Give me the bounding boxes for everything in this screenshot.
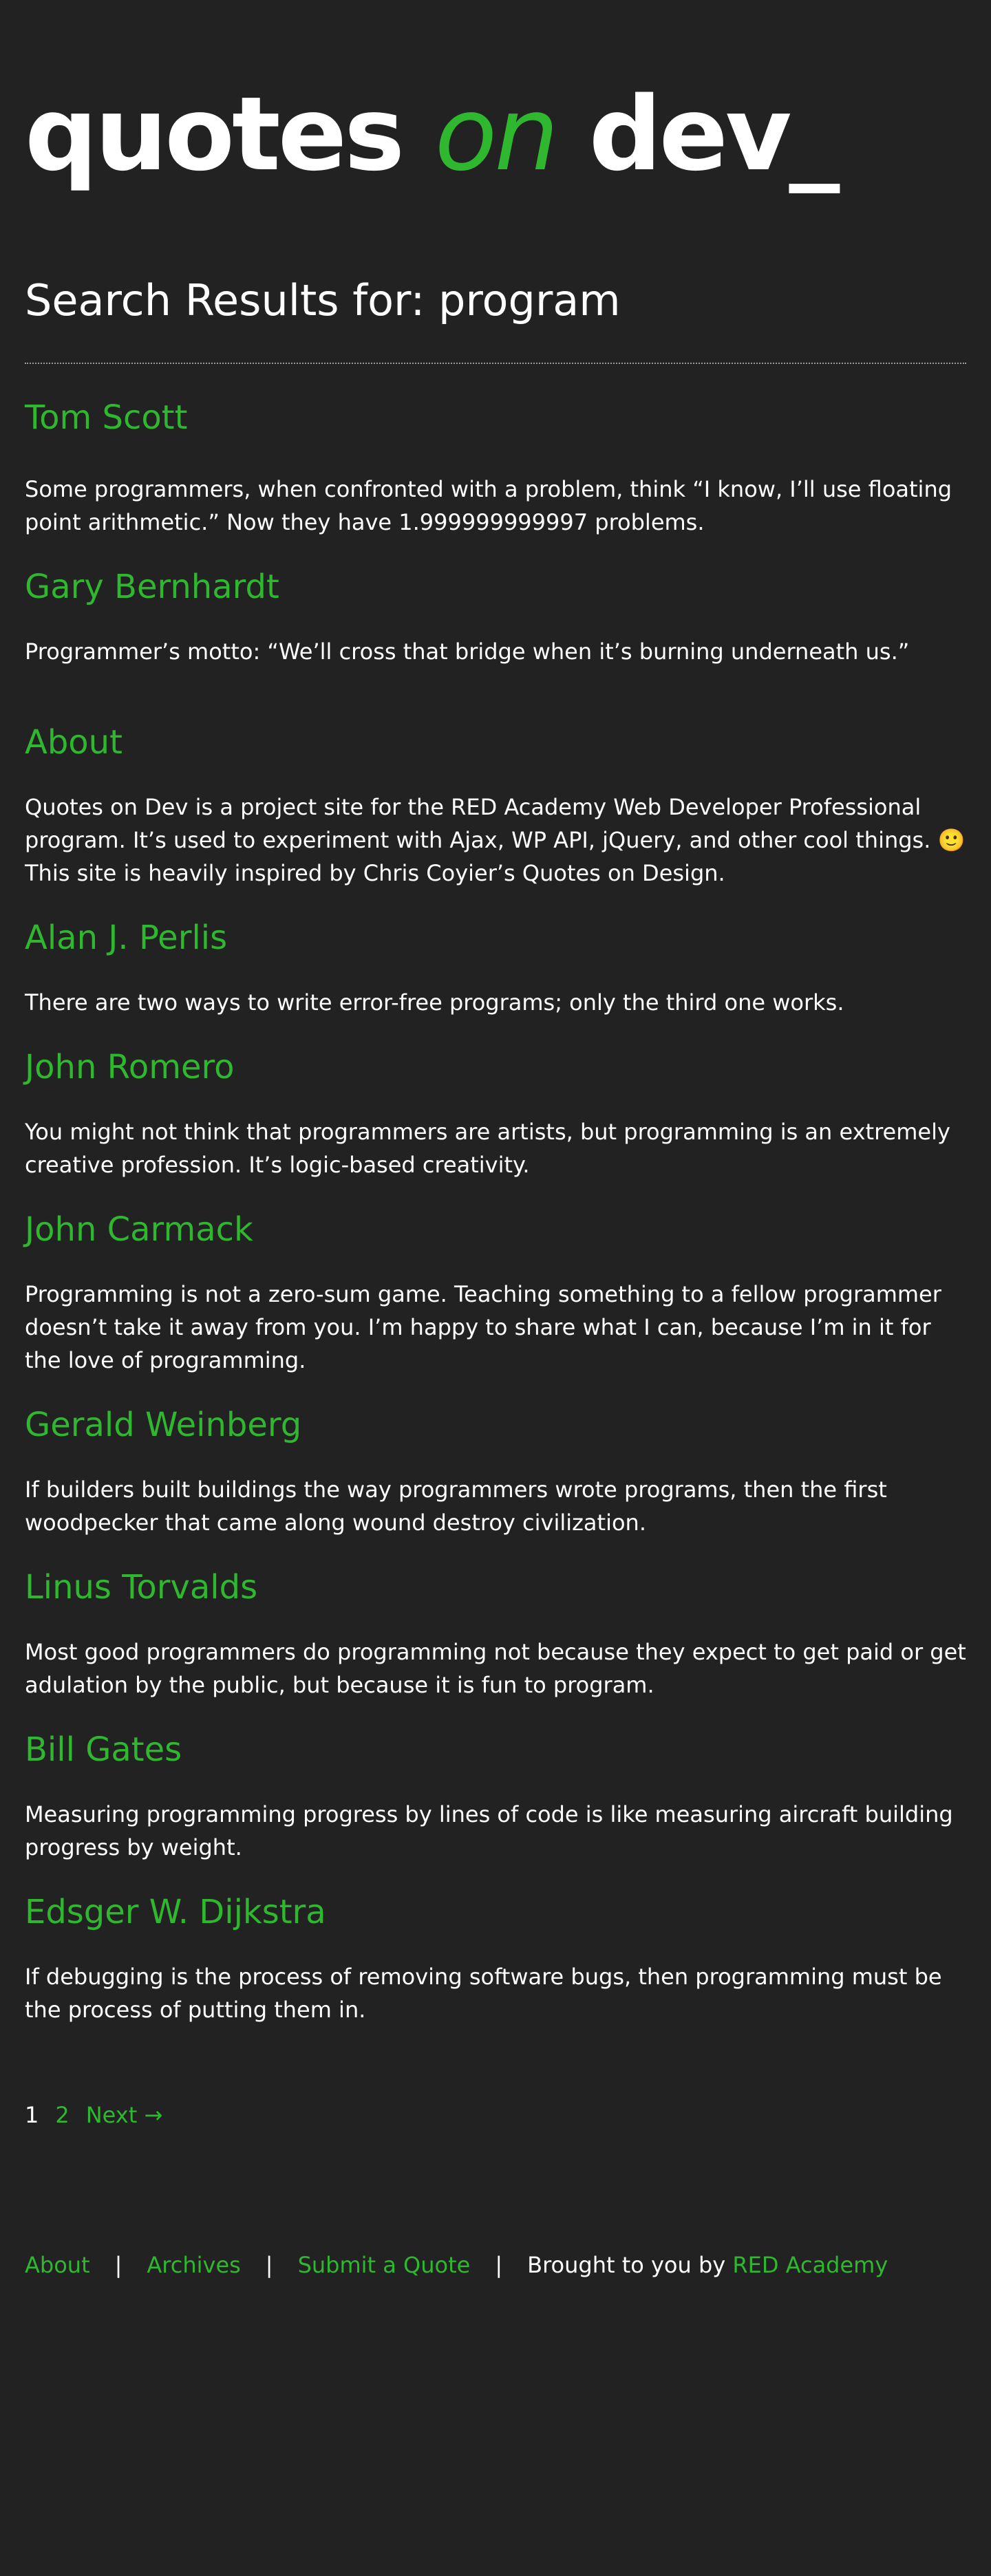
- footer-archives-link[interactable]: Archives: [147, 2248, 240, 2282]
- quote-entry: About Quotes on Dev is a project site for…: [25, 722, 966, 890]
- footer-credit-text: Brought to you by: [527, 2252, 733, 2278]
- quote-author: Tom Scott: [25, 397, 966, 438]
- divider: [25, 363, 966, 364]
- logo-text-on: on: [434, 75, 559, 193]
- quote-text: Quotes on Dev is a project site for the …: [25, 794, 966, 886]
- footer-submit-quote-link[interactable]: Submit a Quote: [298, 2248, 471, 2282]
- quote-text: Most good programmers do programming not…: [25, 1639, 966, 1698]
- quote-author-link[interactable]: Gerald Weinberg: [25, 1406, 301, 1444]
- quote-entry: Edsger W. Dijkstra If debugging is the pr…: [25, 1891, 966, 2026]
- quote-entry: Gerald Weinberg If builders built buildin…: [25, 1404, 966, 1539]
- quote-text: If builders built buildings the way prog…: [25, 1477, 887, 1536]
- quote-entry: Alan J. Perlis There are two ways to writ…: [25, 917, 966, 1019]
- quote-author: John Carmack: [25, 1209, 966, 1250]
- quote-entry: John Carmack Programming is not a zero-su…: [25, 1209, 966, 1377]
- quote-entry: Linus Torvalds Most good programmers do p…: [25, 1567, 966, 1702]
- quote-text: Some programmers, when confronted with a…: [25, 476, 952, 535]
- quote-author-link[interactable]: Linus Torvalds: [25, 1568, 257, 1607]
- quote-text: Programmer’s motto: “We’ll cross that br…: [25, 638, 910, 665]
- page-title: Search Results for: program: [25, 275, 621, 325]
- quote-entry: Gary Bernhardt Programmer’s motto: “We’ll…: [25, 566, 966, 668]
- quote-author-link[interactable]: Gary Bernhardt: [25, 568, 279, 606]
- footer-separator: |: [265, 2252, 273, 2278]
- quote-text: There are two ways to write error-free p…: [25, 989, 844, 1016]
- pagination-current-page: 1: [25, 2102, 39, 2128]
- quote-text: If debugging is the process of removing …: [25, 1964, 942, 2023]
- quote-text: Measuring programming progress by lines …: [25, 1801, 953, 1860]
- quote-entry: Tom Scott Some programmers, when confront…: [25, 397, 966, 539]
- quote-author: Alan J. Perlis: [25, 917, 966, 958]
- quote-text: You might not think that programmers are…: [25, 1119, 950, 1178]
- pagination-next-link[interactable]: Next →: [86, 2099, 163, 2132]
- quote-author-link[interactable]: John Carmack: [25, 1210, 253, 1249]
- footer-about-link[interactable]: About: [25, 2248, 90, 2282]
- quote-author: Gary Bernhardt: [25, 566, 966, 608]
- footer-red-academy-link[interactable]: RED Academy: [732, 2248, 888, 2282]
- logo-text-dev: dev_: [556, 75, 840, 193]
- quote-author-link[interactable]: Edsger W. Dijkstra: [25, 1893, 326, 1931]
- footer-separator: |: [495, 2252, 503, 2278]
- quote-author: Linus Torvalds: [25, 1567, 966, 1608]
- quote-author-link[interactable]: About: [25, 723, 122, 762]
- quote-author: Bill Gates: [25, 1729, 966, 1770]
- site-footer: About | Archives | Submit a Quote | Brou…: [25, 2248, 966, 2282]
- footer-separator: |: [114, 2252, 122, 2278]
- quote-author: John Romero: [25, 1046, 966, 1088]
- pagination: 1 2 Next →: [25, 2099, 966, 2132]
- quote-author-link[interactable]: Alan J. Perlis: [25, 919, 227, 957]
- quote-author: About: [25, 722, 966, 763]
- quote-author: Gerald Weinberg: [25, 1404, 966, 1446]
- pagination-page-2-link[interactable]: 2: [55, 2099, 69, 2132]
- quote-author-link[interactable]: John Romero: [25, 1048, 235, 1086]
- site-logo[interactable]: quotes on dev_: [25, 0, 966, 210]
- quote-author-link[interactable]: Tom Scott: [25, 398, 187, 437]
- quote-author: Edsger W. Dijkstra: [25, 1891, 966, 1933]
- logo-text-quotes: quotes: [25, 75, 435, 193]
- page: quotes on dev_ Search Results for: progr…: [0, 0, 991, 2282]
- quote-text: Programming is not a zero-sum game. Teac…: [25, 1281, 941, 1373]
- quote-author-link[interactable]: Bill Gates: [25, 1730, 182, 1769]
- quote-entry: Bill Gates Measuring programming progress…: [25, 1729, 966, 1864]
- quote-list: Tom Scott Some programmers, when confront…: [25, 397, 966, 2026]
- quote-entry: John Romero You might not think that prog…: [25, 1046, 966, 1181]
